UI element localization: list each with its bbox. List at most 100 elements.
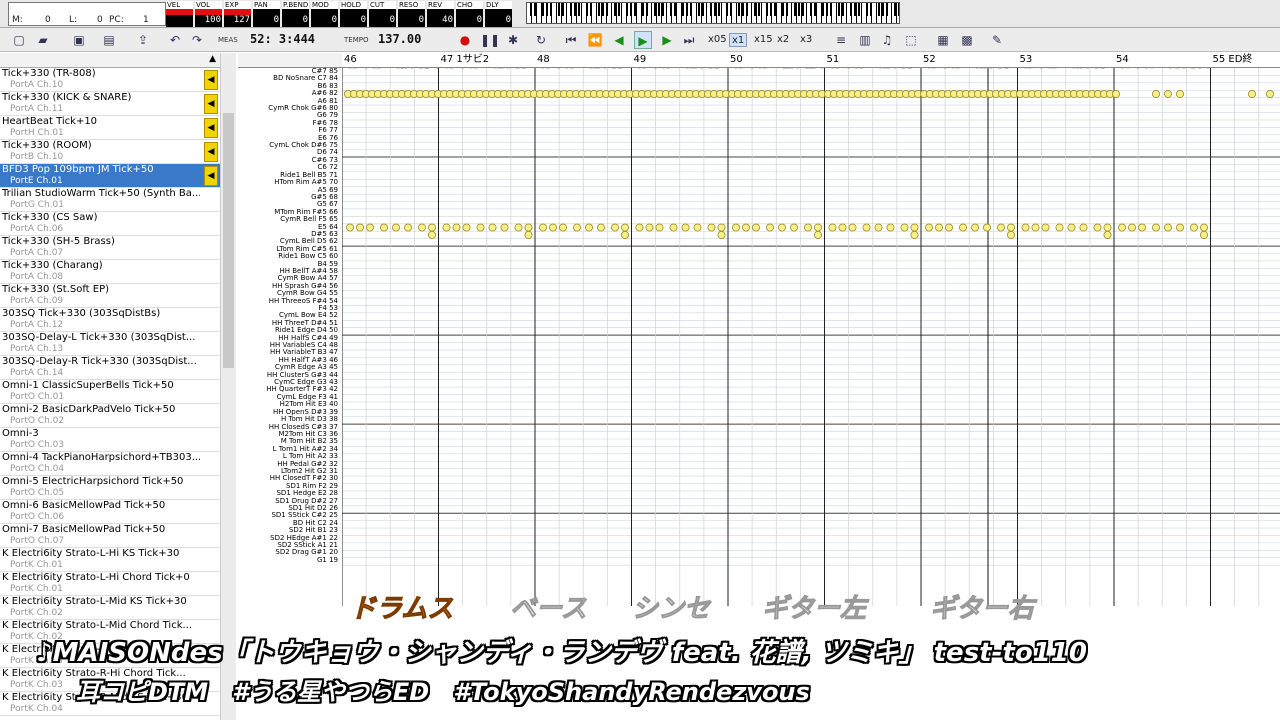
bell-note[interactable]	[1079, 223, 1088, 232]
measure-marker[interactable]: 53	[1018, 53, 1033, 67]
measure-marker[interactable]: 47 1サビ2	[439, 53, 490, 67]
bell-accent-note[interactable]	[1007, 230, 1016, 239]
track-row[interactable]: Tick+330 (ROOM) PortB Ch.10 ◀	[0, 140, 220, 164]
piano-roll-icon[interactable]: ▩	[958, 31, 976, 49]
bell-note[interactable]	[874, 223, 883, 232]
bell-note[interactable]	[1128, 223, 1137, 232]
mini-keyboard[interactable]	[526, 2, 900, 24]
measure-marker[interactable]: 52	[921, 53, 936, 67]
bell-note[interactable]	[1200, 223, 1209, 232]
ride-note[interactable]	[1152, 89, 1161, 98]
bell-note[interactable]	[558, 223, 567, 232]
track-row[interactable]: Omni-1 ClassicSuperBells Tick+50 PortO Ch…	[0, 380, 220, 404]
metronome-icon[interactable]: ✱	[504, 31, 522, 49]
measure-marker[interactable]: 55 ED終	[1211, 53, 1253, 67]
note-grid-svg[interactable]	[342, 68, 1280, 606]
bell-note[interactable]	[669, 223, 678, 232]
bell-note[interactable]	[1103, 223, 1112, 232]
track-row[interactable]: Tick+330 (CS Saw) PortA Ch.06	[0, 212, 220, 236]
bell-accent-note[interactable]	[813, 230, 822, 239]
bell-note[interactable]	[1093, 223, 1102, 232]
open-folder-icon[interactable]: ▰	[34, 31, 52, 49]
bell-note[interactable]	[1176, 223, 1185, 232]
ride-note[interactable]	[1112, 89, 1121, 98]
step-forward-icon[interactable]: ▶	[658, 31, 676, 49]
bell-note[interactable]	[717, 223, 726, 232]
bell-note[interactable]	[681, 223, 690, 232]
bell-note[interactable]	[813, 223, 822, 232]
track-scrollbar[interactable]	[220, 53, 236, 720]
bell-note[interactable]	[1138, 223, 1147, 232]
track-row[interactable]: HeartBeat Tick+10 PortH Ch.01 ◀	[0, 116, 220, 140]
track-row[interactable]: Omni-3 PortO Ch.03	[0, 428, 220, 452]
track-row[interactable]: Omni-4 TackPianoHarpsichord+TB303... Port…	[0, 452, 220, 476]
speaker-icon[interactable]: ◀	[204, 142, 218, 162]
export-icon[interactable]: ⇪	[134, 31, 152, 49]
tempo-display[interactable]: 137.00	[374, 31, 440, 49]
track-row[interactable]: Tick+330 (St.Soft EP) PortA Ch.09	[0, 284, 220, 308]
bell-accent-note[interactable]	[428, 230, 437, 239]
rewind-start-icon[interactable]: ⏮	[562, 31, 580, 49]
speed-x2[interactable]: x2	[775, 33, 791, 47]
ride-note[interactable]	[1266, 89, 1275, 98]
bell-accent-note[interactable]	[1103, 230, 1112, 239]
bell-accent-note[interactable]	[524, 230, 533, 239]
grid-view-icon[interactable]: ▦	[934, 31, 952, 49]
properties-icon[interactable]: ▤	[100, 31, 118, 49]
bell-note[interactable]	[693, 223, 702, 232]
bell-note[interactable]	[1021, 223, 1030, 232]
speaker-icon[interactable]: ◀	[204, 118, 218, 138]
bell-note[interactable]	[1152, 223, 1161, 232]
bell-note[interactable]	[514, 223, 523, 232]
drum-grid[interactable]	[342, 68, 1280, 606]
measure-marker[interactable]: 49	[632, 53, 647, 67]
list-view-icon[interactable]: ≡	[832, 31, 850, 49]
bell-note[interactable]	[1041, 223, 1050, 232]
track-row[interactable]: Omni-5 ElectricHarpsichord Tick+50 PortO …	[0, 476, 220, 500]
bell-note[interactable]	[862, 223, 871, 232]
track-row[interactable]: Omni-7 BasicMellowPad Tick+50 PortO Ch.07	[0, 524, 220, 548]
settings-tool-icon[interactable]: ✎	[988, 31, 1006, 49]
bell-accent-note[interactable]	[717, 230, 726, 239]
track-row[interactable]: K Electri6ity Strato-L-Hi KS Tick+30 Port…	[0, 548, 220, 572]
bell-note[interactable]	[777, 223, 786, 232]
bell-note[interactable]	[828, 223, 837, 232]
bell-note[interactable]	[572, 223, 581, 232]
ride-note[interactable]	[1164, 89, 1173, 98]
speed-x3[interactable]: x3	[798, 33, 814, 47]
bell-note[interactable]	[462, 223, 471, 232]
speed-x15[interactable]: x15	[752, 33, 775, 47]
track-row[interactable]: Trilian StudioWarm Tick+50 (Synth Ba... P…	[0, 188, 220, 212]
track-row[interactable]: 303SQ Tick+330 (303SqDistBs) PortA Ch.12	[0, 308, 220, 332]
bell-note[interactable]	[959, 223, 968, 232]
bell-note[interactable]	[610, 223, 619, 232]
bell-note[interactable]	[789, 223, 798, 232]
scroll-up-icon[interactable]: ▲	[209, 54, 216, 64]
bell-note[interactable]	[655, 223, 664, 232]
measure-marker[interactable]: 50	[728, 53, 743, 67]
track-row[interactable]: Tick+330 (Charang) PortA Ch.08	[0, 260, 220, 284]
measure-marker[interactable]: 51	[825, 53, 840, 67]
bell-note[interactable]	[476, 223, 485, 232]
bell-note[interactable]	[548, 223, 557, 232]
bell-note[interactable]	[765, 223, 774, 232]
bell-note[interactable]	[346, 223, 354, 232]
bell-note[interactable]	[848, 223, 857, 232]
bell-note[interactable]	[803, 223, 812, 232]
bell-note[interactable]	[380, 223, 389, 232]
scrollbar-thumb[interactable]	[223, 113, 234, 368]
bell-note[interactable]	[500, 223, 509, 232]
bell-accent-note[interactable]	[910, 230, 919, 239]
rewind-icon[interactable]: ⏪	[586, 31, 604, 49]
speaker-icon[interactable]: ◀	[204, 70, 218, 90]
bell-note[interactable]	[488, 223, 497, 232]
bell-note[interactable]	[900, 223, 909, 232]
track-row[interactable]: K Electri6ity Strato-L-Hi Chord Tick+0 Po…	[0, 572, 220, 596]
loop-icon[interactable]: ↻	[532, 31, 550, 49]
track-row[interactable]: K Electri6ity Strato-L-Mid KS Tick+30 Por…	[0, 596, 220, 620]
bell-note[interactable]	[392, 223, 401, 232]
select-tool-icon[interactable]: ⬚	[902, 31, 920, 49]
speaker-icon[interactable]: ◀	[204, 94, 218, 114]
bell-note[interactable]	[538, 223, 547, 232]
bell-note[interactable]	[645, 223, 654, 232]
